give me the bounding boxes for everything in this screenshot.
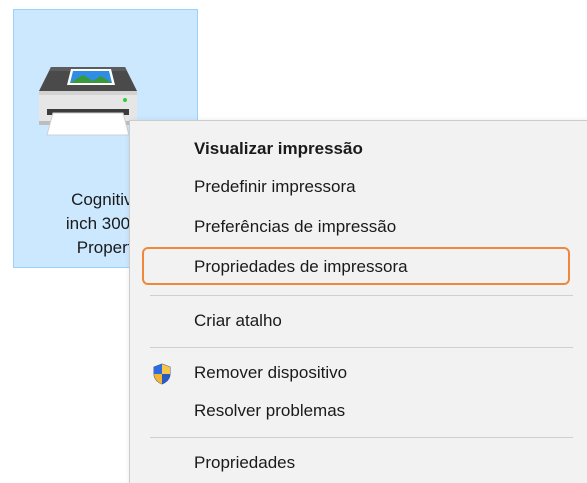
context-menu: Visualizar impressão Predefinir impresso… xyxy=(129,120,587,483)
menu-separator xyxy=(150,437,573,438)
menu-item-label: Propriedades xyxy=(194,453,296,472)
menu-item-label: Predefinir impressora xyxy=(194,177,356,196)
uac-shield-icon xyxy=(153,363,171,385)
desktop-area: Cognitive inch 300 D Properti Visualizar… xyxy=(0,0,587,483)
menu-item-label: Preferências de impressão xyxy=(194,217,397,236)
menu-item-predefinir-impressora[interactable]: Predefinir impressora xyxy=(138,169,587,205)
menu-item-criar-atalho[interactable]: Criar atalho xyxy=(138,303,587,339)
menu-item-remover-dispositivo[interactable]: Remover dispositivo xyxy=(138,355,587,391)
menu-item-label: Resolver problemas xyxy=(194,401,346,420)
menu-item-propriedades[interactable]: Propriedades xyxy=(138,445,587,481)
menu-item-label: Remover dispositivo xyxy=(194,363,348,382)
menu-item-label: Criar atalho xyxy=(194,311,282,330)
menu-item-preferencias-impressao[interactable]: Preferências de impressão xyxy=(138,209,587,245)
menu-item-propriedades-impressora[interactable]: Propriedades de impressora xyxy=(138,249,587,285)
menu-separator xyxy=(150,347,573,348)
menu-item-label: Propriedades de impressora xyxy=(194,257,408,276)
menu-item-label: Visualizar impressão xyxy=(194,139,363,158)
menu-item-visualizar-impressao[interactable]: Visualizar impressão xyxy=(138,131,587,167)
menu-separator xyxy=(150,295,573,296)
menu-item-resolver-problemas[interactable]: Resolver problemas xyxy=(138,393,587,429)
